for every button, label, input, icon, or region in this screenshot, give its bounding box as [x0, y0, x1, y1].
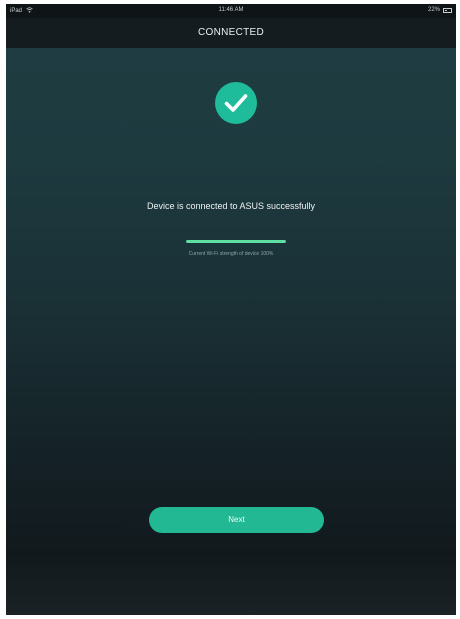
- success-checkmark-icon: [215, 82, 257, 124]
- app-screen: iPad 11:46 AM 22% CONNECTED Device is co…: [6, 4, 456, 615]
- battery-icon: [443, 7, 452, 13]
- status-bar-right: 22%: [428, 7, 452, 13]
- status-bar: iPad 11:46 AM 22%: [6, 4, 456, 18]
- wifi-strength-text: Current Wi-Fi strength of device 100%: [188, 251, 274, 257]
- next-button[interactable]: Next: [149, 507, 324, 533]
- status-time: 11:46 AM: [218, 7, 244, 13]
- page-title: CONNECTED: [6, 18, 456, 48]
- wifi-strength-bar: [186, 240, 286, 243]
- connection-status-message: Device is connected to ASUS successfully: [146, 201, 316, 211]
- battery-percent: 22%: [427, 7, 440, 13]
- wifi-strength-bar-fill: [186, 240, 286, 243]
